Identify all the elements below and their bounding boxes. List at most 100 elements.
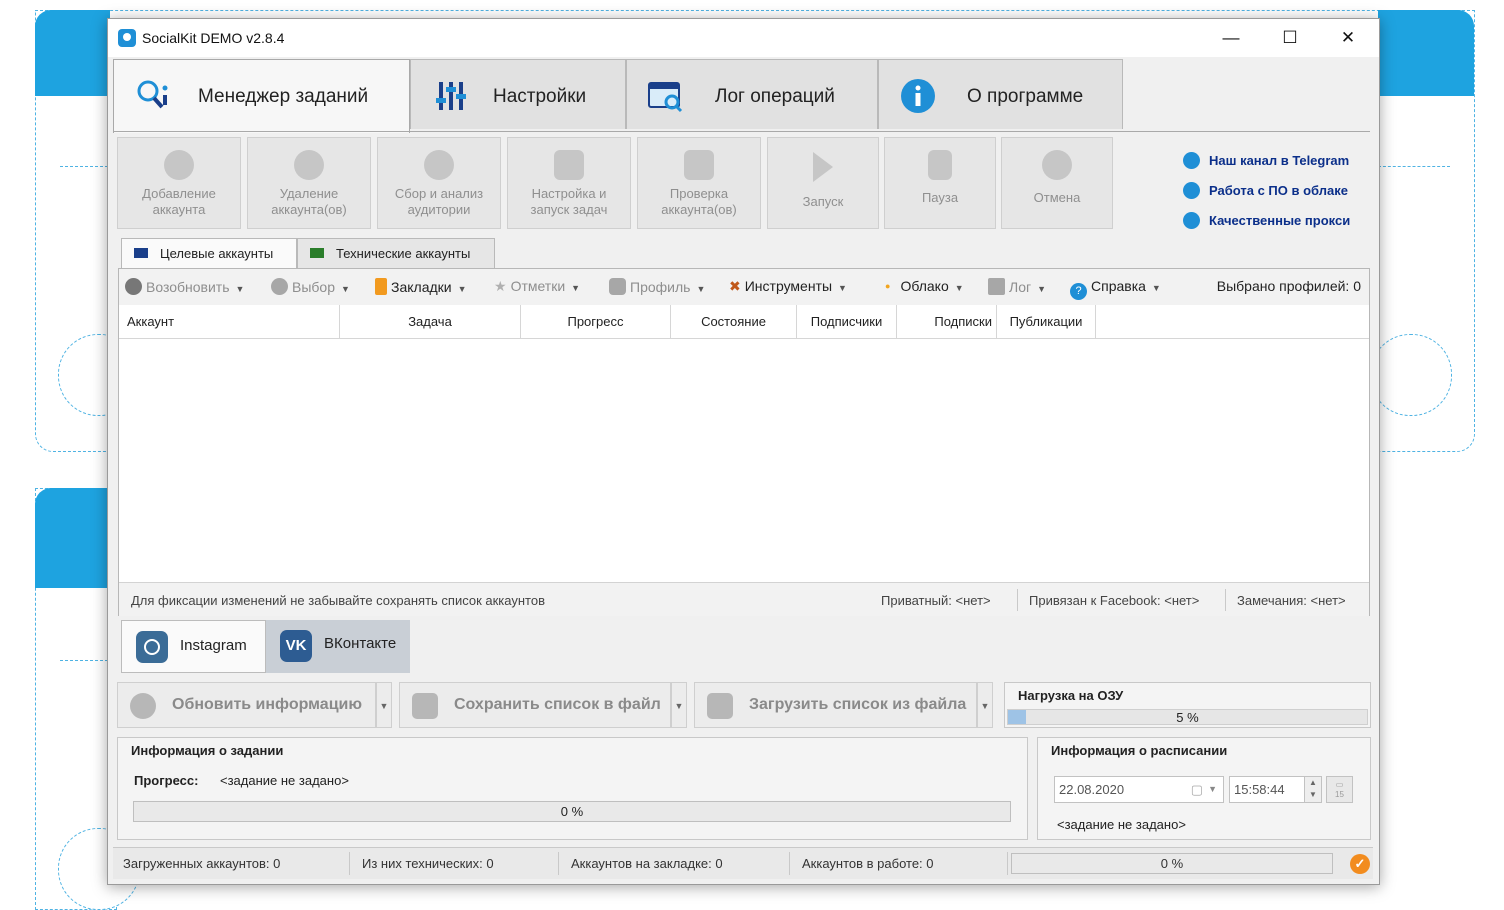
play-icon [813, 152, 833, 182]
add-account-button[interactable]: Добавление аккаунта [117, 137, 241, 229]
status-ok-icon: ✓ [1350, 854, 1370, 874]
telegram-link[interactable]: Наш канал в Telegram [1183, 145, 1363, 175]
private-status: Приватный: <нет> [881, 593, 991, 608]
save-list-button[interactable]: Сохранить список в файл [399, 682, 671, 728]
overall-progress-bar: 0 % [1011, 853, 1333, 874]
load-list-label: Загрузить список из файла [749, 696, 967, 713]
loaded-accounts-count: Загруженных аккаунтов: 0 [123, 856, 281, 871]
remove-account-label: Удаление аккаунта(ов) [271, 186, 347, 217]
task-setup-button[interactable]: Настройка и запуск задач [507, 137, 631, 229]
tab-vkontakte[interactable]: VK ВКонтакте [266, 620, 410, 673]
telegram-icon [1183, 151, 1200, 169]
save-dropdown-button[interactable]: ▼ [671, 682, 687, 728]
tab-instagram[interactable]: Instagram [121, 620, 266, 673]
proxy-link[interactable]: Качественные прокси [1183, 205, 1363, 235]
resume-menu[interactable]: Возобновить ▼ [125, 278, 244, 295]
sliders-icon [436, 82, 466, 110]
column-following[interactable]: Подписки [897, 305, 997, 338]
schedule-date-value: 22.08.2020 [1059, 782, 1125, 797]
chevron-down-icon: ▼ [696, 284, 706, 294]
marks-label: Отметки [510, 278, 566, 294]
info-icon [901, 79, 935, 113]
task-manager-search-icon [137, 80, 168, 109]
background-dashed-line [1378, 166, 1450, 167]
globe-icon [1183, 211, 1200, 229]
calendar-dropdown-icon[interactable]: ▢ [1191, 777, 1203, 802]
start-button[interactable]: Запуск [767, 137, 879, 229]
chevron-down-icon: ▼ [954, 283, 964, 293]
instagram-icon [136, 631, 168, 663]
pause-button[interactable]: Пауза [884, 137, 996, 229]
column-state[interactable]: Состояние [671, 305, 797, 338]
divider [789, 852, 790, 875]
log-icon [988, 278, 1005, 295]
tab-technical-accounts[interactable]: Технические аккаунты [297, 238, 495, 268]
task-progress-bar: 0 % [133, 801, 1011, 822]
check-account-button[interactable]: Проверка аккаунта(ов) [637, 137, 761, 229]
title-bar[interactable]: SocialKit DEMO v2.8.4 — ☐ ✕ [108, 19, 1379, 57]
technical-flag-icon [310, 248, 324, 258]
refresh-info-button[interactable]: Обновить информацию [117, 682, 376, 728]
tab-technical-accounts-label: Технические аккаунты [336, 246, 471, 261]
divider [558, 852, 559, 875]
external-links: Наш канал в Telegram Работа с ПО в облак… [1183, 145, 1363, 235]
profile-menu[interactable]: Профиль ▼ [609, 278, 705, 295]
tab-settings-label: Настройки [493, 86, 587, 107]
audience-icon [424, 150, 454, 180]
main-tabs: Менеджер заданий Настройки Лог операций [113, 59, 1373, 133]
tab-operations-log[interactable]: Лог операций [626, 59, 878, 129]
column-account[interactable]: Аккаунт [119, 305, 340, 338]
maximize-button[interactable]: ☐ [1261, 19, 1319, 57]
column-followers[interactable]: Подписчики [797, 305, 897, 338]
schedule-time-field[interactable]: 15:58:44 ▲ ▼ [1229, 776, 1322, 803]
select-menu[interactable]: Выбор ▼ [271, 278, 350, 295]
chevron-down-icon: ▼ [1037, 284, 1047, 294]
refresh-dropdown-button[interactable]: ▼ [376, 682, 392, 728]
cloud-link[interactable]: Работа с ПО в облаке [1183, 175, 1363, 205]
background-dashed-line [60, 660, 108, 661]
load-list-button[interactable]: Загрузить список из файла [694, 682, 977, 728]
calendar-day: 15 [1335, 790, 1344, 799]
chevron-down-icon: ▼ [457, 284, 467, 294]
calendar-picker-button[interactable]: ▭ 15 [1326, 776, 1353, 803]
schedule-date-field[interactable]: 22.08.2020 ▢ ▼ [1054, 776, 1224, 803]
chevron-down-icon: ▼ [235, 284, 245, 294]
tools-menu[interactable]: ✖ Инструменты ▼ [729, 278, 847, 295]
task-progress-value: 0 % [560, 804, 584, 819]
tab-task-manager[interactable]: Менеджер заданий [113, 59, 410, 133]
task-setup-icon [554, 150, 584, 180]
accounts-grid: Возобновить ▼ Выбор ▼ Закладки ▼ ★ Отметки ▼ … [118, 268, 1370, 616]
chevron-down-icon[interactable]: ▼ [1208, 777, 1217, 802]
bookmarks-menu[interactable]: Закладки ▼ [375, 278, 467, 295]
remove-account-button[interactable]: Удаление аккаунта(ов) [247, 137, 371, 229]
cloud-menu[interactable]: ● Облако ▼ [885, 278, 964, 294]
audience-analysis-button[interactable]: Сбор и анализ аудитории [377, 137, 501, 229]
time-spinner[interactable]: ▲ ▼ [1304, 777, 1321, 802]
tab-about[interactable]: О программе [878, 59, 1123, 129]
close-button[interactable]: ✕ [1319, 19, 1377, 57]
column-progress[interactable]: Прогресс [521, 305, 671, 338]
facebook-status: Привязан к Facebook: <нет> [1029, 593, 1200, 608]
technical-accounts-count: Из них технических: 0 [362, 856, 494, 871]
grid-header: Аккаунт Задача Прогресс Состояние Подпис… [119, 305, 1369, 339]
marks-menu[interactable]: ★ Отметки ▼ [494, 278, 580, 295]
help-menu[interactable]: ? Справка ▼ [1070, 278, 1161, 300]
load-dropdown-button[interactable]: ▼ [977, 682, 993, 728]
column-posts[interactable]: Публикации [997, 305, 1096, 338]
schedule-info-panel: Информация о расписании 22.08.2020 ▢ ▼ 1… [1037, 737, 1371, 840]
resume-icon [125, 278, 142, 295]
column-task[interactable]: Задача [340, 305, 521, 338]
pause-label: Пауза [921, 190, 959, 205]
minimize-button[interactable]: — [1202, 19, 1260, 57]
tab-target-accounts[interactable]: Целевые аккаунты [121, 238, 297, 268]
window-title: SocialKit DEMO v2.8.4 [142, 30, 285, 46]
tab-settings[interactable]: Настройки [410, 59, 626, 129]
ram-load-title: Нагрузка на ОЗУ [1018, 688, 1124, 703]
chevron-down-icon: ▼ [838, 283, 847, 293]
add-account-icon [164, 150, 194, 180]
audience-analysis-label: Сбор и анализ аудитории [394, 186, 484, 217]
cancel-button[interactable]: Отмена [1001, 137, 1113, 229]
remarks-status: Замечания: <нет> [1237, 593, 1346, 608]
divider [349, 852, 350, 875]
log-menu[interactable]: Лог ▼ [988, 278, 1046, 295]
